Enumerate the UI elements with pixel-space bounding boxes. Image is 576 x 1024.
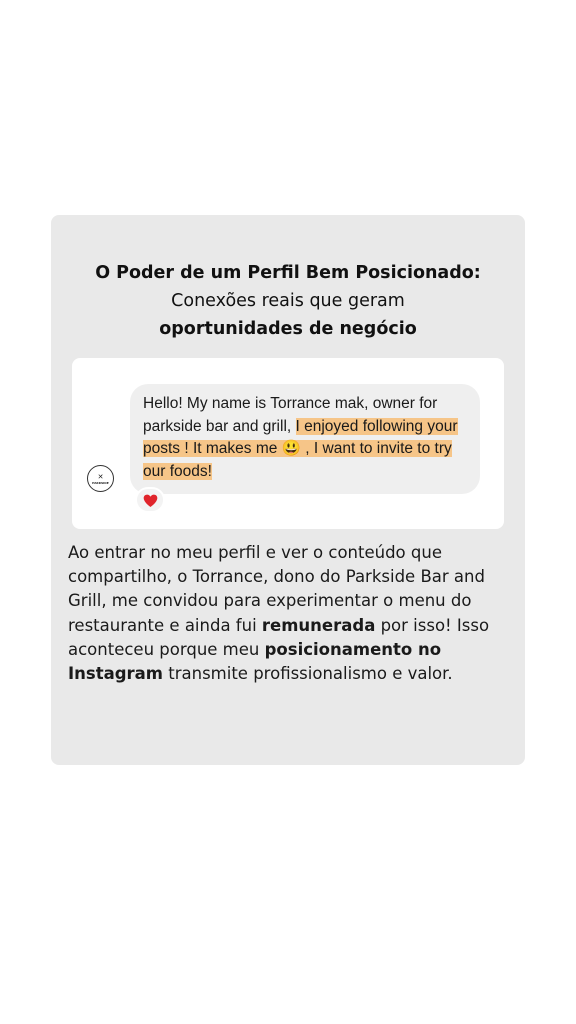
subtitle-bold-line: oportunidades de negócio: [159, 319, 417, 339]
description-bold-1: remunerada: [261, 615, 376, 635]
description-part-3: transmite profissionalismo e valor.: [163, 664, 453, 684]
message-bubble[interactable]: Hello! My name is Torrance mak, owner fo…: [130, 384, 480, 494]
fork-knife-icon: ✕: [97, 472, 104, 481]
avatar[interactable]: ✕ PARKSIDE: [87, 465, 114, 492]
chat-screenshot: ✕ PARKSIDE Hello! My name is Torrance ma…: [72, 358, 504, 529]
title-heading: O Poder de um Perfil Bem Posicionado:: [95, 263, 481, 283]
heart-icon: [143, 494, 157, 507]
reaction-badge[interactable]: [135, 487, 165, 513]
content-card: O Poder de um Perfil Bem Posicionado: Co…: [51, 215, 525, 765]
description-text: Ao entrar no meu perfil e ver o conteúdo…: [68, 541, 518, 686]
avatar-logo-text: PARKSIDE: [92, 480, 109, 485]
smile-emoji: 😃: [281, 440, 301, 457]
subtitle-line: Conexões reais que geram: [171, 291, 405, 311]
page-title: O Poder de um Perfil Bem Posicionado: Co…: [51, 259, 525, 343]
